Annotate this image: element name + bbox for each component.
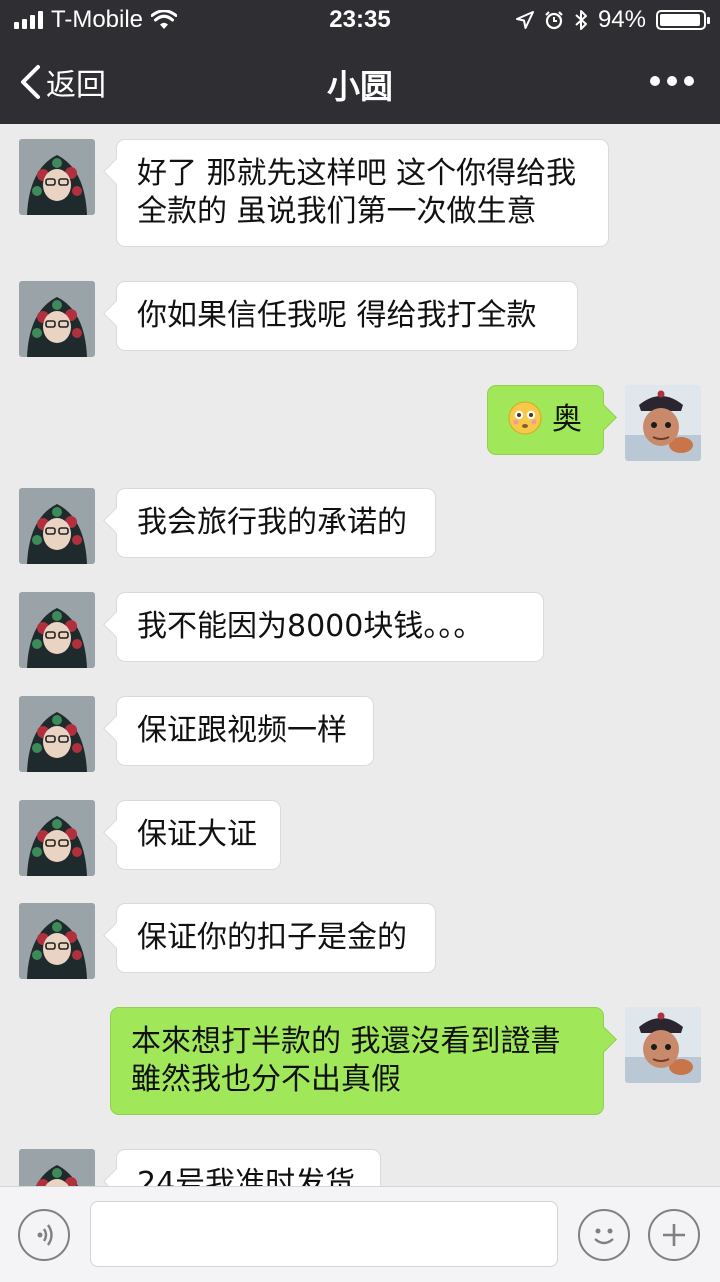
contact-avatar[interactable] xyxy=(19,1149,95,1186)
chat-title: 小圆 xyxy=(327,68,393,105)
message-text: 24号我准时发货 xyxy=(137,1166,356,1186)
message-bubble[interactable]: 24号我准时发货 xyxy=(116,1149,381,1186)
input-bar xyxy=(0,1186,720,1282)
nav-bar: 返回 小圆 xyxy=(0,40,720,124)
my-avatar[interactable] xyxy=(625,385,701,461)
message-bubble[interactable]: 本來想打半款的 我還沒看到證書 雖然我也分不出真假 xyxy=(110,1007,604,1115)
message-text: 全款的 虽说我们第一次做生意 xyxy=(137,194,537,229)
status-bar: T-Mobile 23:35 94% xyxy=(0,0,720,40)
plus-icon xyxy=(663,1224,685,1246)
message-text: 奥 xyxy=(552,402,582,437)
contact-avatar[interactable] xyxy=(19,800,95,876)
message-bubble[interactable]: 我会旅行我的承诺的 xyxy=(116,488,436,558)
voice-button[interactable] xyxy=(18,1209,70,1261)
alarm-icon xyxy=(545,11,563,30)
contact-avatar[interactable] xyxy=(19,139,95,215)
contact-avatar[interactable] xyxy=(19,696,95,772)
message-text: 你如果信任我呢 得给我打全款 xyxy=(137,298,537,333)
message-text: 保证你的扣子是金的 xyxy=(137,920,407,955)
message-bubble[interactable]: 保证大证 xyxy=(116,800,281,870)
message-text: 好了 那就先这样吧 这个你得给我 xyxy=(137,156,577,191)
status-right: 94% xyxy=(515,6,710,34)
dot-icon xyxy=(684,76,694,86)
bluetooth-icon xyxy=(575,10,587,30)
message-bubble[interactable]: 奥 xyxy=(487,385,604,455)
contact-avatar[interactable] xyxy=(19,903,95,979)
flushed-face-icon xyxy=(508,401,542,435)
battery-icon xyxy=(656,10,710,30)
message-text: 本來想打半款的 我還沒看到證書 xyxy=(131,1024,561,1059)
message-bubble[interactable]: 保证你的扣子是金的 xyxy=(116,903,436,973)
emoji-icon xyxy=(594,1228,614,1245)
more-actions-button[interactable] xyxy=(648,1209,700,1261)
voice-icon xyxy=(37,1224,53,1246)
my-avatar[interactable] xyxy=(625,1007,701,1083)
dot-icon xyxy=(650,76,660,86)
message-text: 保证跟视频一样 xyxy=(137,713,347,748)
contact-avatar[interactable] xyxy=(19,592,95,668)
message-text: 雖然我也分不出真假 xyxy=(131,1062,401,1097)
dot-icon xyxy=(667,76,677,86)
message-input[interactable] xyxy=(90,1201,558,1267)
location-arrow-icon xyxy=(515,11,534,29)
battery-percent: 94% xyxy=(597,6,646,33)
contact-avatar[interactable] xyxy=(19,488,95,564)
message-bubble[interactable]: 你如果信任我呢 得给我打全款 xyxy=(116,281,578,351)
message-text: 我会旅行我的承诺的 xyxy=(137,505,407,540)
emoji-button[interactable] xyxy=(578,1209,630,1261)
message-text: 保证大证 xyxy=(137,817,257,852)
message-bubble[interactable]: 我不能因为8000块钱。。。 xyxy=(116,592,544,662)
chat-area[interactable]: 好了 那就先这样吧 这个你得给我 全款的 虽说我们第一次做生意 你如果信任我呢 得… xyxy=(0,124,720,1186)
message-bubble[interactable]: 好了 那就先这样吧 这个你得给我 全款的 虽说我们第一次做生意 xyxy=(116,139,609,247)
more-options-button[interactable] xyxy=(650,76,694,86)
contact-avatar[interactable] xyxy=(19,281,95,357)
message-text: 我不能因为8000块钱。。。 xyxy=(137,609,484,644)
message-bubble[interactable]: 保证跟视频一样 xyxy=(116,696,374,766)
